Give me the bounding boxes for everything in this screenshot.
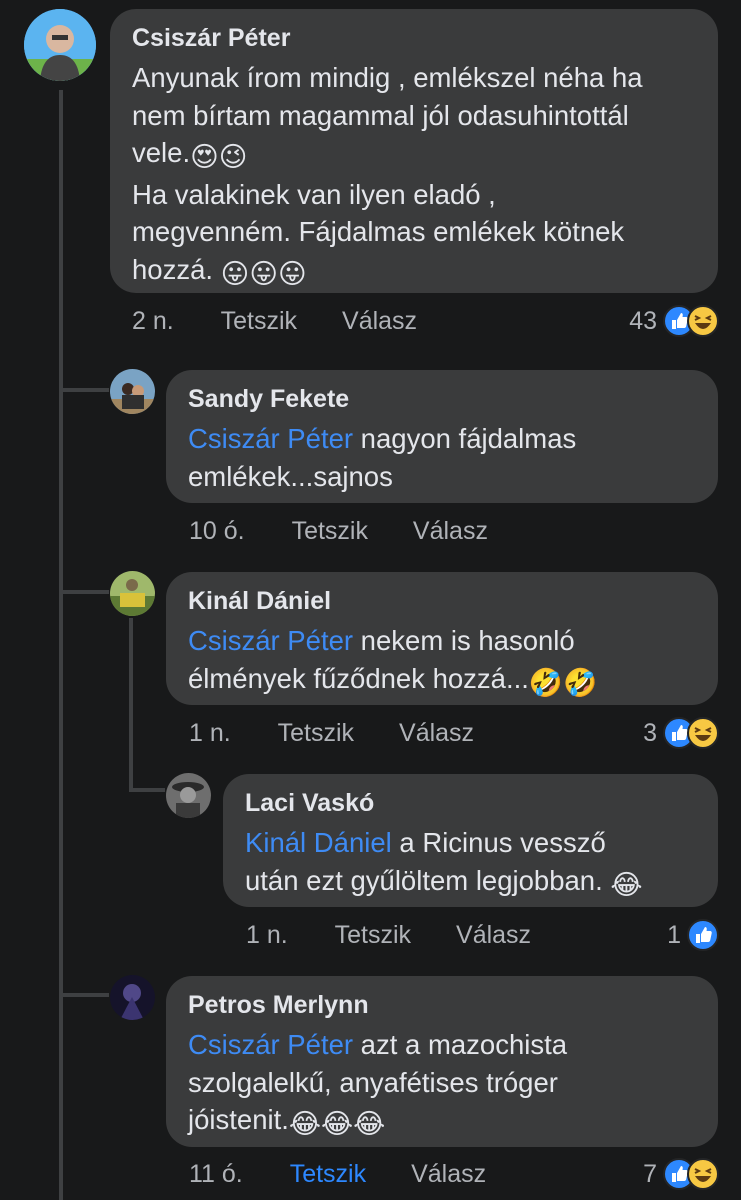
mention-link[interactable]: Kinál Dániel: [245, 827, 392, 858]
comment-author-name[interactable]: Kinál Dániel: [188, 586, 696, 616]
avatar-csiszar-peter[interactable]: [24, 9, 96, 81]
comment-text: Csiszár Péter azt a mazochista szolgalel…: [188, 1026, 696, 1143]
reaction-count: 43: [629, 306, 657, 335]
comment-author-name[interactable]: Petros Merlynn: [188, 990, 696, 1020]
reply-button[interactable]: Válasz: [411, 1160, 486, 1189]
reaction-summary[interactable]: 3: [643, 717, 719, 749]
emoji-joy: 😂: [610, 868, 643, 900]
thread-line-kinal: [129, 618, 133, 790]
reply-bubble: Laci Vaskó Kinál Dániel a Ricinus vessző…: [223, 774, 718, 907]
emoji-heart-eyes-wink: 😍😉: [190, 141, 248, 172]
emoji-joy: 😂😂😂: [288, 1108, 386, 1139]
comment-timestamp[interactable]: 1 n.: [189, 719, 231, 748]
like-button[interactable]: Tetszik: [278, 719, 354, 748]
thread-branch-laci: [129, 788, 165, 792]
haha-icon: [687, 305, 719, 337]
reply-bubble: Kinál Dániel Csiszár Péter nekem is haso…: [166, 572, 718, 705]
comment-text: Kinál Dániel a Ricinus vessző után ezt g…: [245, 824, 696, 903]
reaction-summary[interactable]: 7: [643, 1158, 719, 1190]
comment-text: Csiszár Péter nekem is hasonló élmények …: [188, 622, 696, 701]
like-button[interactable]: Tetszik: [221, 307, 297, 336]
haha-icon: [687, 717, 719, 749]
comment-meta: 10 ó. Tetszik Válasz: [189, 517, 488, 546]
thread-line-main: [59, 90, 63, 1200]
mention-link[interactable]: Csiszár Péter: [188, 625, 353, 656]
comment-text: Csiszár Péter nagyon fájdalmas emlékek..…: [188, 423, 577, 492]
reply-button[interactable]: Válasz: [456, 921, 531, 950]
like-button[interactable]: Tetszik: [335, 921, 411, 950]
reply-button[interactable]: Válasz: [342, 307, 417, 336]
mention-link[interactable]: Csiszár Péter: [188, 423, 353, 454]
comment-timestamp[interactable]: 10 ó.: [189, 517, 245, 546]
thread-branch-kinal: [59, 590, 109, 594]
reply-bubble: Sandy Fekete Csiszár Péter nagyon fájdal…: [166, 370, 718, 503]
haha-icon: [687, 1158, 719, 1190]
comment-meta: 2 n. Tetszik Válasz: [132, 307, 417, 336]
avatar-sandy-fekete[interactable]: [110, 369, 155, 414]
avatar-petros-merlynn[interactable]: [110, 975, 155, 1020]
reply-bubble: Petros Merlynn Csiszár Péter azt a mazoc…: [166, 976, 718, 1147]
comment-meta: 1 n. Tetszik Válasz: [246, 921, 531, 950]
thread-branch-petros: [59, 993, 109, 997]
emoji-tongue: 😛😛😛: [220, 257, 307, 289]
comment-timestamp[interactable]: 1 n.: [246, 921, 288, 950]
comment-author-name[interactable]: Sandy Fekete: [188, 384, 696, 414]
reaction-count: 1: [667, 920, 681, 949]
like-icon: [687, 919, 719, 951]
comment-meta: 11 ó. Tetszik Válasz: [189, 1160, 486, 1189]
comment-meta: 1 n. Tetszik Válasz: [189, 719, 474, 748]
emoji-rofl: 🤣🤣: [528, 666, 598, 698]
avatar-kinal-daniel[interactable]: [110, 571, 155, 616]
comment-timestamp[interactable]: 2 n.: [132, 307, 174, 336]
comment-timestamp[interactable]: 11 ó.: [189, 1160, 243, 1189]
avatar-laci-vasko[interactable]: [166, 773, 211, 818]
like-button[interactable]: Tetszik: [292, 517, 368, 546]
reaction-count: 7: [643, 1159, 657, 1188]
comment-author-name[interactable]: Csiszár Péter: [132, 23, 696, 53]
comment-text: Anyunak írom mindig , emlékszel néha ha …: [132, 59, 696, 292]
mention-link[interactable]: Csiszár Péter: [188, 1029, 353, 1060]
like-button[interactable]: Tetszik: [290, 1160, 366, 1189]
reaction-count: 3: [643, 718, 657, 747]
comment-author-name[interactable]: Laci Vaskó: [245, 788, 696, 818]
thread-branch-sandy: [59, 388, 109, 392]
comment-bubble: Csiszár Péter Anyunak írom mindig , emlé…: [110, 9, 718, 293]
reply-button[interactable]: Válasz: [399, 719, 474, 748]
reaction-summary[interactable]: 43: [629, 305, 719, 337]
reply-button[interactable]: Válasz: [413, 517, 488, 546]
reaction-summary[interactable]: 1: [667, 919, 719, 951]
